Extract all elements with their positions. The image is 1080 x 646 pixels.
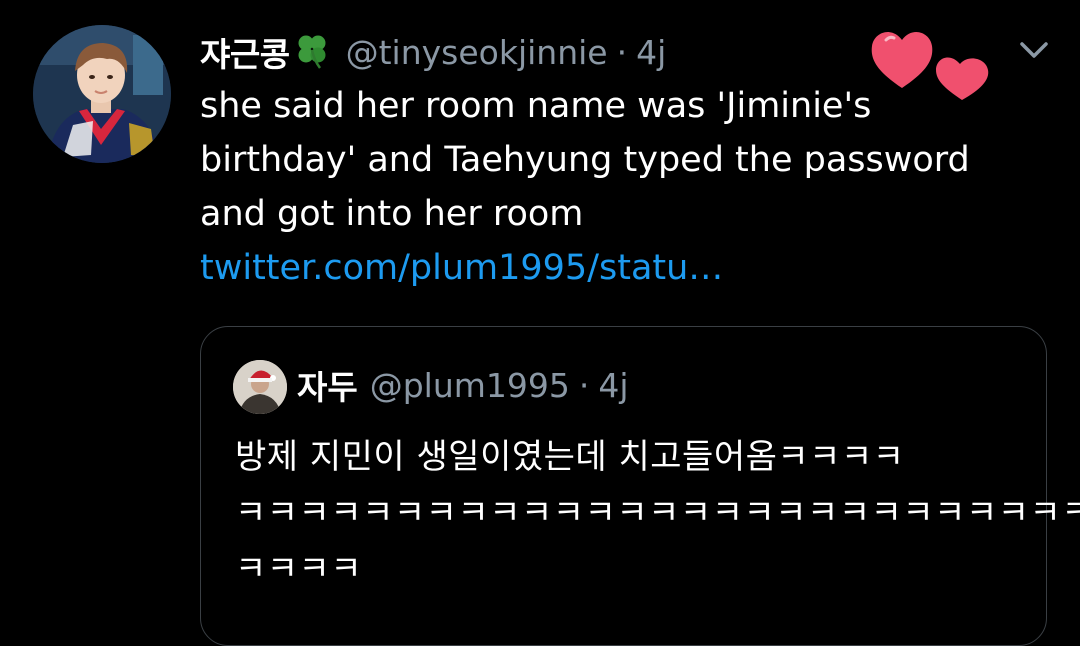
quote-separator-dot: · — [578, 365, 590, 405]
clover-icon — [292, 30, 332, 74]
quote-header: 자두 @plum1995 · 4j — [297, 357, 629, 413]
handle[interactable]: @tinyseokjinnie — [346, 33, 608, 72]
tweet-text-line: she said her room name was 'Jiminie's — [200, 86, 872, 126]
tweet-link[interactable]: twitter.com/plum1995/statu… — [200, 241, 1060, 295]
quote-tweet-card[interactable]: 자두 @plum1995 · 4j 방제 지민이 생일이였는데 치고들어옴ㅋㅋㅋ… — [200, 326, 1080, 646]
quote-text-line: ㅋㅋㅋㅋㅋㅋㅋㅋㅋㅋㅋㅋㅋㅋㅋㅋㅋㅋㅋㅋㅋㅋㅋㅋㅋㅋㅋ — [235, 493, 1080, 533]
display-name[interactable]: 쟈근콩 — [200, 28, 290, 76]
avatar[interactable] — [33, 25, 171, 163]
tweet-text-line: and got into her room — [200, 194, 584, 234]
quote-text-line: ㅋㅋㅋㅋ — [235, 549, 363, 589]
quote-body: 방제 지민이 생일이였는데 치고들어옴ㅋㅋㅋㅋ ㅋㅋㅋㅋㅋㅋㅋㅋㅋㅋㅋㅋㅋㅋㅋㅋ… — [235, 429, 1080, 597]
chevron-down-icon[interactable] — [1016, 36, 1052, 68]
timestamp[interactable]: 4j — [636, 33, 666, 72]
avatar-photo — [33, 25, 171, 163]
separator-dot: · — [616, 32, 628, 72]
tweet-header: 쟈근콩 @tinyseokjinnie · 4j — [200, 24, 666, 80]
quote-handle[interactable]: @plum1995 — [370, 366, 570, 405]
tweet-body: she said her room name was 'Jiminie's bi… — [200, 79, 1060, 295]
quote-timestamp[interactable]: 4j — [598, 366, 628, 405]
quote-avatar-photo — [233, 360, 287, 414]
quote-avatar[interactable] — [233, 360, 287, 414]
quote-text-line: 방제 지민이 생일이였는데 치고들어옴ㅋㅋㅋㅋ — [235, 437, 905, 477]
quote-display-name[interactable]: 자두 — [297, 361, 358, 409]
tweet-text-line: birthday' and Taehyung typed the passwor… — [200, 140, 970, 180]
